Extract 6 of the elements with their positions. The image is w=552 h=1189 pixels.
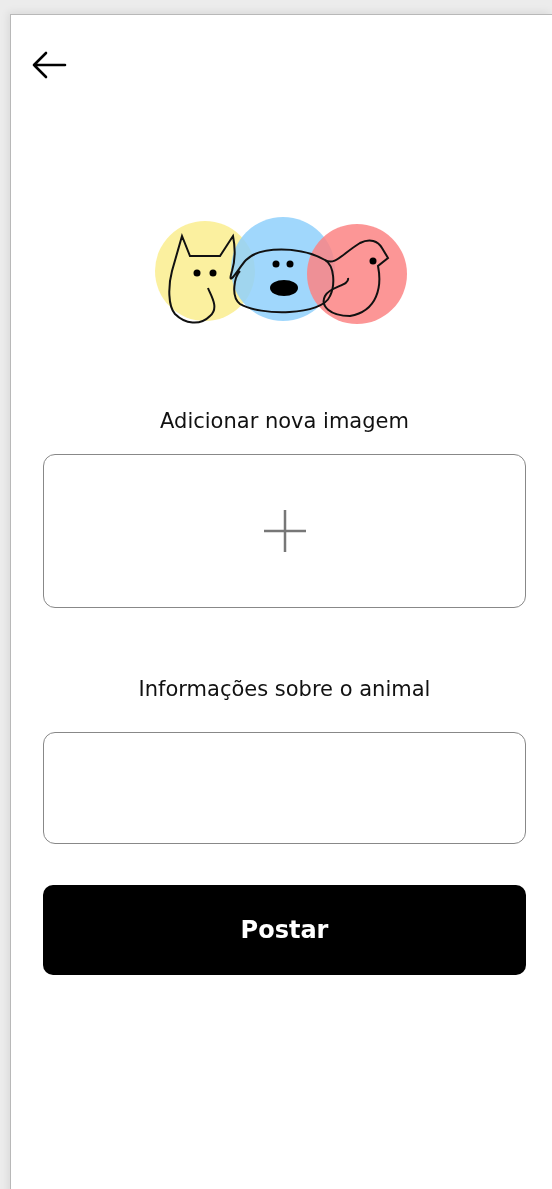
back-arrow-icon[interactable]	[31, 51, 67, 79]
plus-icon	[262, 509, 307, 553]
info-input-field[interactable]	[43, 732, 526, 844]
image-upload-label: Adicionar nova imagem	[159, 408, 410, 435]
info-field-label: Informações sobre o animal	[137, 676, 432, 703]
post-button[interactable]: Postar	[43, 885, 526, 975]
